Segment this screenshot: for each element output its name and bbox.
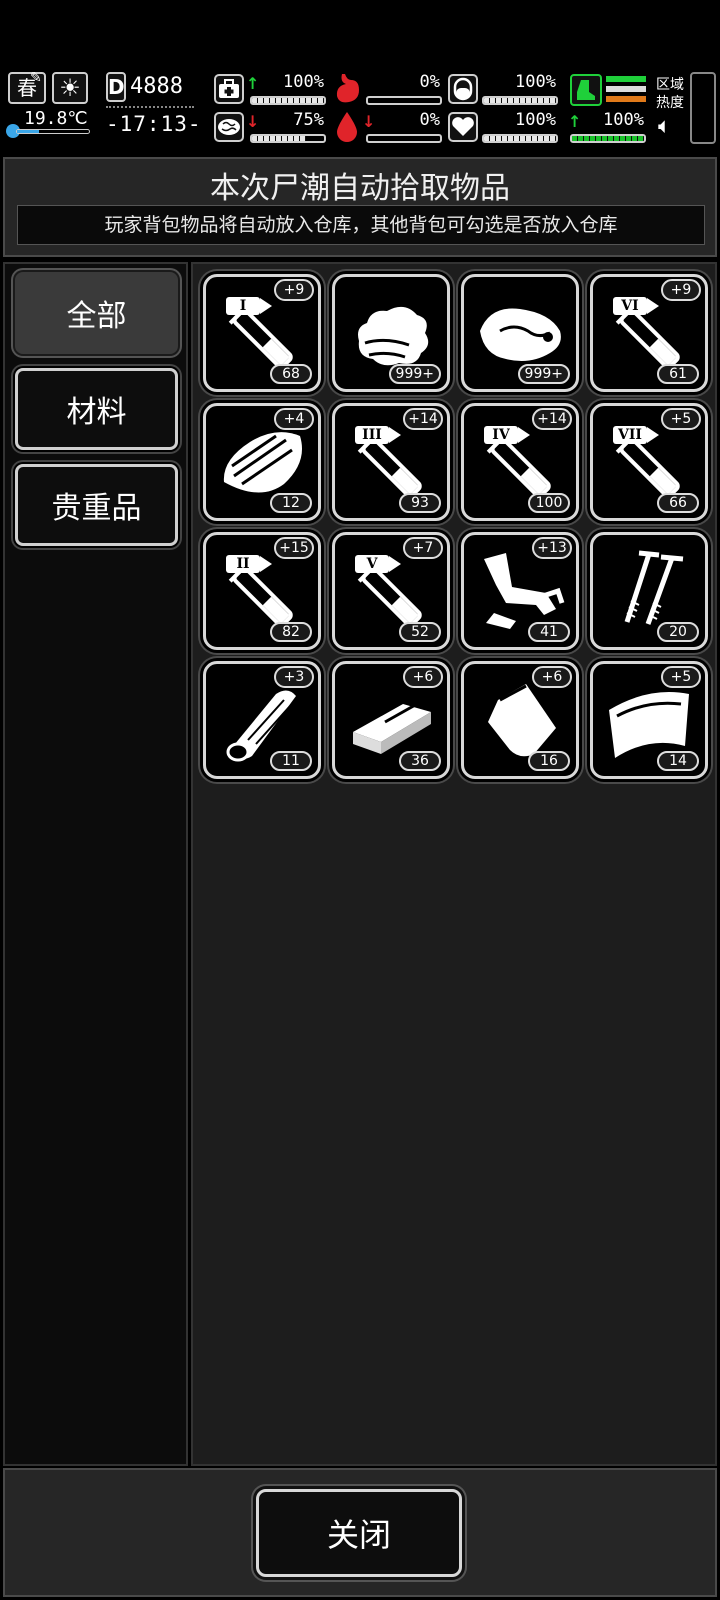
stamina-bar — [482, 96, 558, 105]
health-value: 100% — [283, 72, 324, 92]
heart-value: 100% — [515, 110, 556, 130]
tab-all-label: 全部 — [66, 299, 127, 334]
thermometer-icon — [6, 124, 90, 138]
feather-icon: ✎ — [30, 70, 42, 86]
energy-bar — [570, 134, 646, 143]
tab-materials-label: 材料 — [66, 395, 127, 430]
day-divider — [106, 106, 194, 108]
medkit-icon — [214, 74, 244, 104]
item-count: 93 — [399, 493, 441, 513]
item-bonus-badge: +5 — [661, 666, 701, 688]
item-slot[interactable]: +5 14 — [590, 661, 708, 779]
mood-bar — [250, 134, 326, 143]
heart-bar — [482, 134, 558, 143]
item-count: 68 — [270, 364, 312, 384]
hunger-bar — [366, 96, 442, 105]
status-bar: 春 ✎ ☀ 19.8℃ D 4888 -17:13- ↑ 100% ↓ 75% … — [0, 68, 720, 150]
close-button-label: 关闭 — [326, 1516, 391, 1554]
blood-drop-icon — [334, 110, 360, 142]
energy-value: 100% — [603, 110, 644, 130]
item-slot[interactable]: +6 36 — [332, 661, 450, 779]
day-icon: D — [106, 72, 126, 102]
boot-icon — [570, 74, 602, 106]
item-tier-badge: I — [226, 297, 272, 315]
stamina-value: 100% — [515, 72, 556, 92]
page-title: 本次尸潮自动拾取物品 — [210, 171, 510, 206]
tab-valuables[interactable]: 贵重品 — [15, 464, 178, 546]
item-slot[interactable]: IV +14 100 — [461, 403, 579, 521]
area-heat-meter — [690, 72, 716, 144]
tab-all[interactable]: 全部 — [15, 272, 178, 354]
item-bonus-badge: +9 — [661, 279, 701, 301]
item-bonus-badge: +13 — [532, 537, 572, 559]
item-count: 999+ — [388, 364, 441, 384]
item-count: 999+ — [517, 364, 570, 384]
item-bonus-badge: +7 — [403, 537, 443, 559]
item-count: 82 — [270, 622, 312, 642]
speaker-icon[interactable]: 🔈︎ — [658, 114, 671, 139]
item-slot[interactable]: VII +5 66 — [590, 403, 708, 521]
clock-readout: -17:13- — [106, 112, 202, 136]
item-count: 12 — [270, 493, 312, 513]
item-count: 11 — [270, 751, 312, 771]
category-sidebar: 全部 材料 贵重品 — [3, 262, 188, 1466]
loot-header: 本次尸潮自动拾取物品 玩家背包物品将自动放入仓库，其他背包可勾选是否放入仓库 — [3, 157, 717, 257]
item-count: 20 — [657, 622, 699, 642]
stomach-icon — [332, 72, 362, 104]
tab-materials[interactable]: 材料 — [15, 368, 178, 450]
page-subtitle: 玩家背包物品将自动放入仓库，其他背包可勾选是否放入仓库 — [17, 205, 705, 245]
item-bonus-badge: +4 — [274, 408, 314, 430]
item-count: 16 — [528, 751, 570, 771]
item-slot[interactable]: 999+ — [461, 274, 579, 392]
item-count: 61 — [657, 364, 699, 384]
item-tier-badge: VI — [613, 297, 659, 315]
item-grid: I +9 68 999+ 999+ VI +9 61 +4 12 III +14 93 IV +14 100 V… — [191, 262, 717, 1466]
item-tier-badge: III — [355, 426, 401, 444]
sun-icon: ☀ — [52, 72, 88, 104]
bleed-bar — [366, 134, 442, 143]
item-slot[interactable]: VI +9 61 — [590, 274, 708, 392]
item-slot[interactable]: +3 11 — [203, 661, 321, 779]
item-count: 52 — [399, 622, 441, 642]
item-slot[interactable]: +13 41 — [461, 532, 579, 650]
brain-icon — [214, 112, 244, 142]
energy-level-bars — [606, 76, 646, 106]
hunger-value: 0% — [419, 72, 440, 92]
item-slot[interactable]: I +9 68 — [203, 274, 321, 392]
item-slot[interactable]: III +14 93 — [332, 403, 450, 521]
item-slot[interactable]: +4 12 — [203, 403, 321, 521]
item-bonus-badge: +15 — [274, 537, 314, 559]
item-bonus-badge: +6 — [403, 666, 443, 688]
item-slot[interactable]: II +15 82 — [203, 532, 321, 650]
item-tier-badge: V — [355, 555, 401, 573]
heart-icon — [448, 112, 478, 142]
tab-valuables-label: 贵重品 — [51, 491, 142, 526]
item-count: 66 — [657, 493, 699, 513]
close-button[interactable]: 关闭 — [256, 1489, 462, 1577]
item-count: 100 — [528, 493, 570, 513]
item-bonus-badge: +14 — [532, 408, 572, 430]
item-count: 41 — [528, 622, 570, 642]
item-tier-badge: IV — [484, 426, 530, 444]
item-tier-badge: VII — [613, 426, 659, 444]
item-count: 36 — [399, 751, 441, 771]
health-bar — [250, 96, 326, 105]
mood-value: 75% — [293, 110, 324, 130]
item-count: 14 — [657, 751, 699, 771]
item-bonus-badge: +9 — [274, 279, 314, 301]
item-slot[interactable]: 999+ — [332, 274, 450, 392]
day-counter: 4888 — [130, 74, 183, 99]
item-tier-badge: II — [226, 555, 272, 573]
item-bonus-badge: +3 — [274, 666, 314, 688]
item-bonus-badge: +5 — [661, 408, 701, 430]
item-slot[interactable]: V +7 52 — [332, 532, 450, 650]
item-slot[interactable]: +6 16 — [461, 661, 579, 779]
bleed-value: 0% — [419, 110, 440, 130]
stamina-icon — [448, 74, 478, 104]
item-bonus-badge: +14 — [403, 408, 443, 430]
item-slot[interactable]: 20 — [590, 532, 708, 650]
item-bonus-badge: +6 — [532, 666, 572, 688]
area-heat-label: 区域热度 — [656, 77, 684, 111]
